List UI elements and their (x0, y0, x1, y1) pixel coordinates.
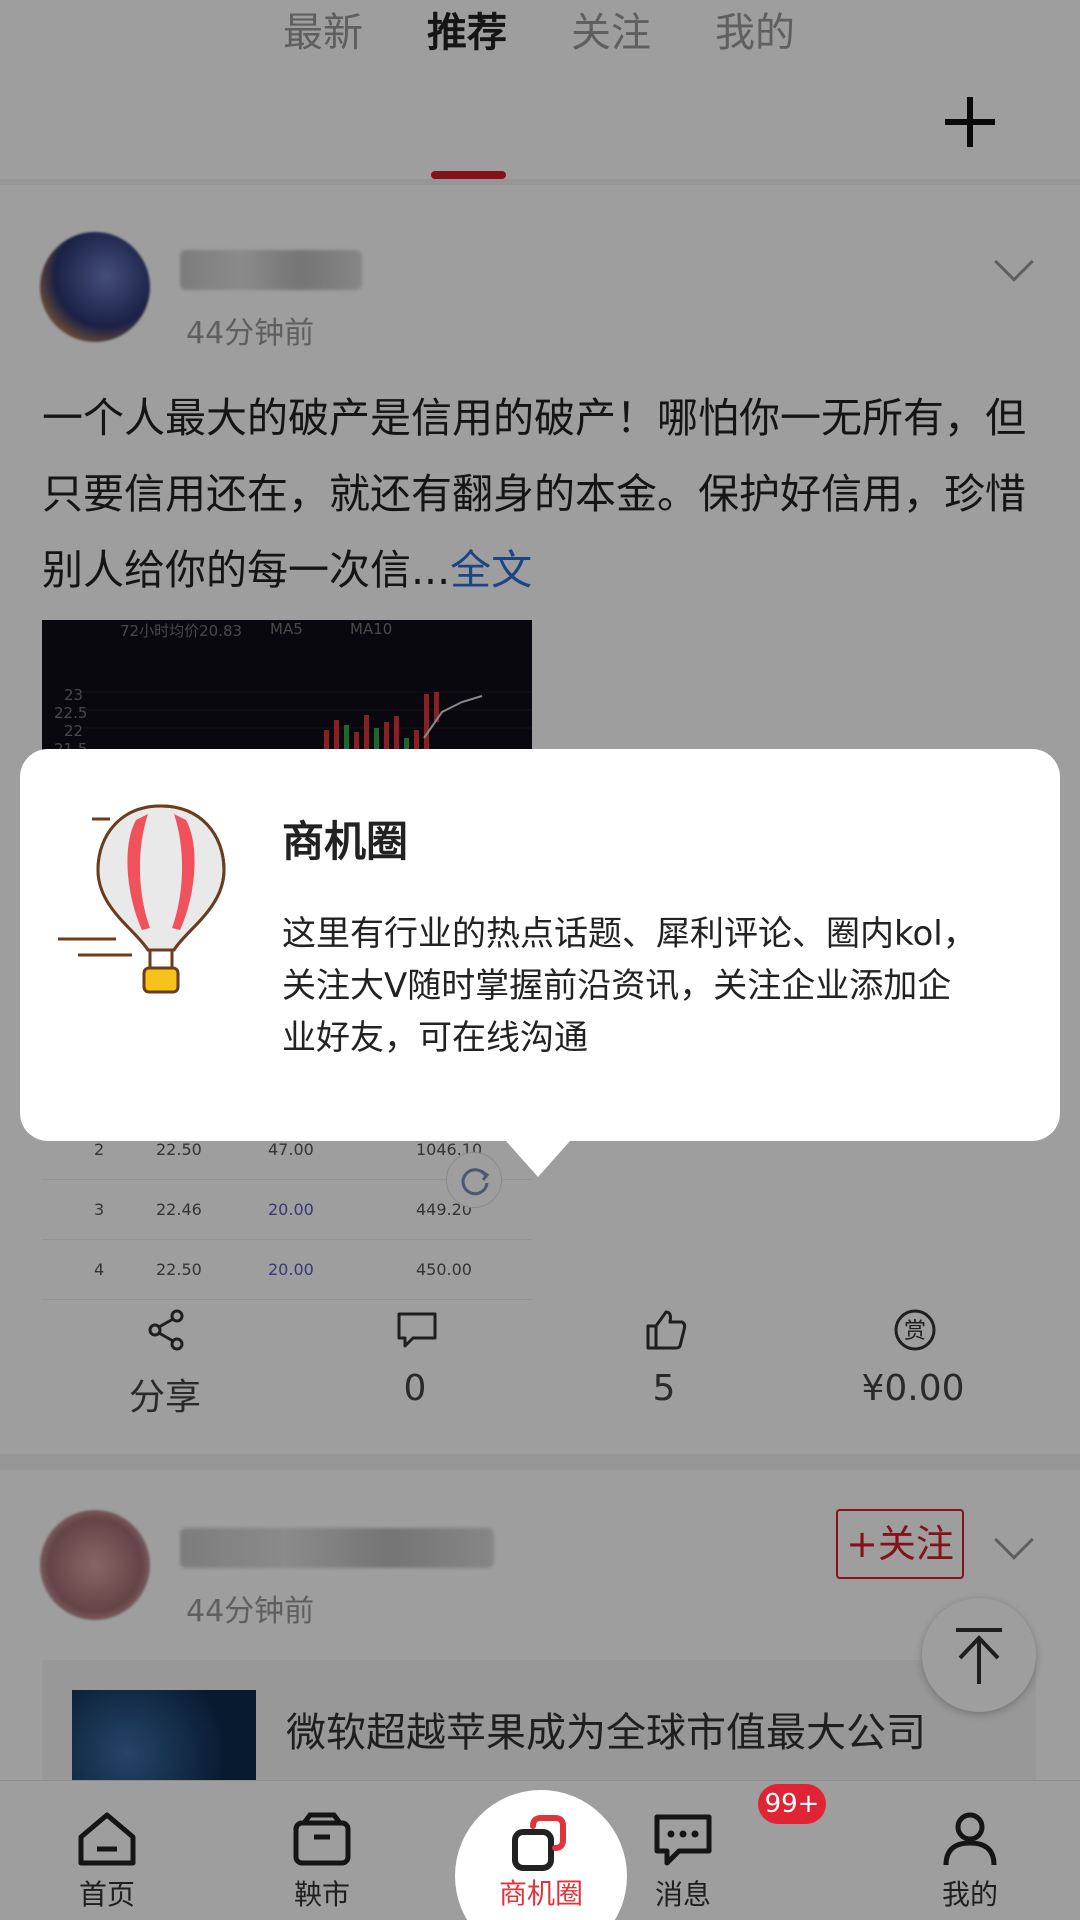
hot-air-balloon-icon (58, 804, 226, 994)
message-badge: 99+ (758, 1784, 826, 1824)
nav-label: 商机圈 (498, 1877, 583, 1910)
tooltip-title: 商机圈 (282, 817, 409, 866)
tooltip-body: 这里有行业的热点话题、犀利评论、圈内kol，关注大V随时掌握前沿资讯，关注企业添… (282, 914, 977, 1058)
tooltip-arrow (506, 1141, 570, 1177)
circle-icon (512, 1815, 566, 1871)
